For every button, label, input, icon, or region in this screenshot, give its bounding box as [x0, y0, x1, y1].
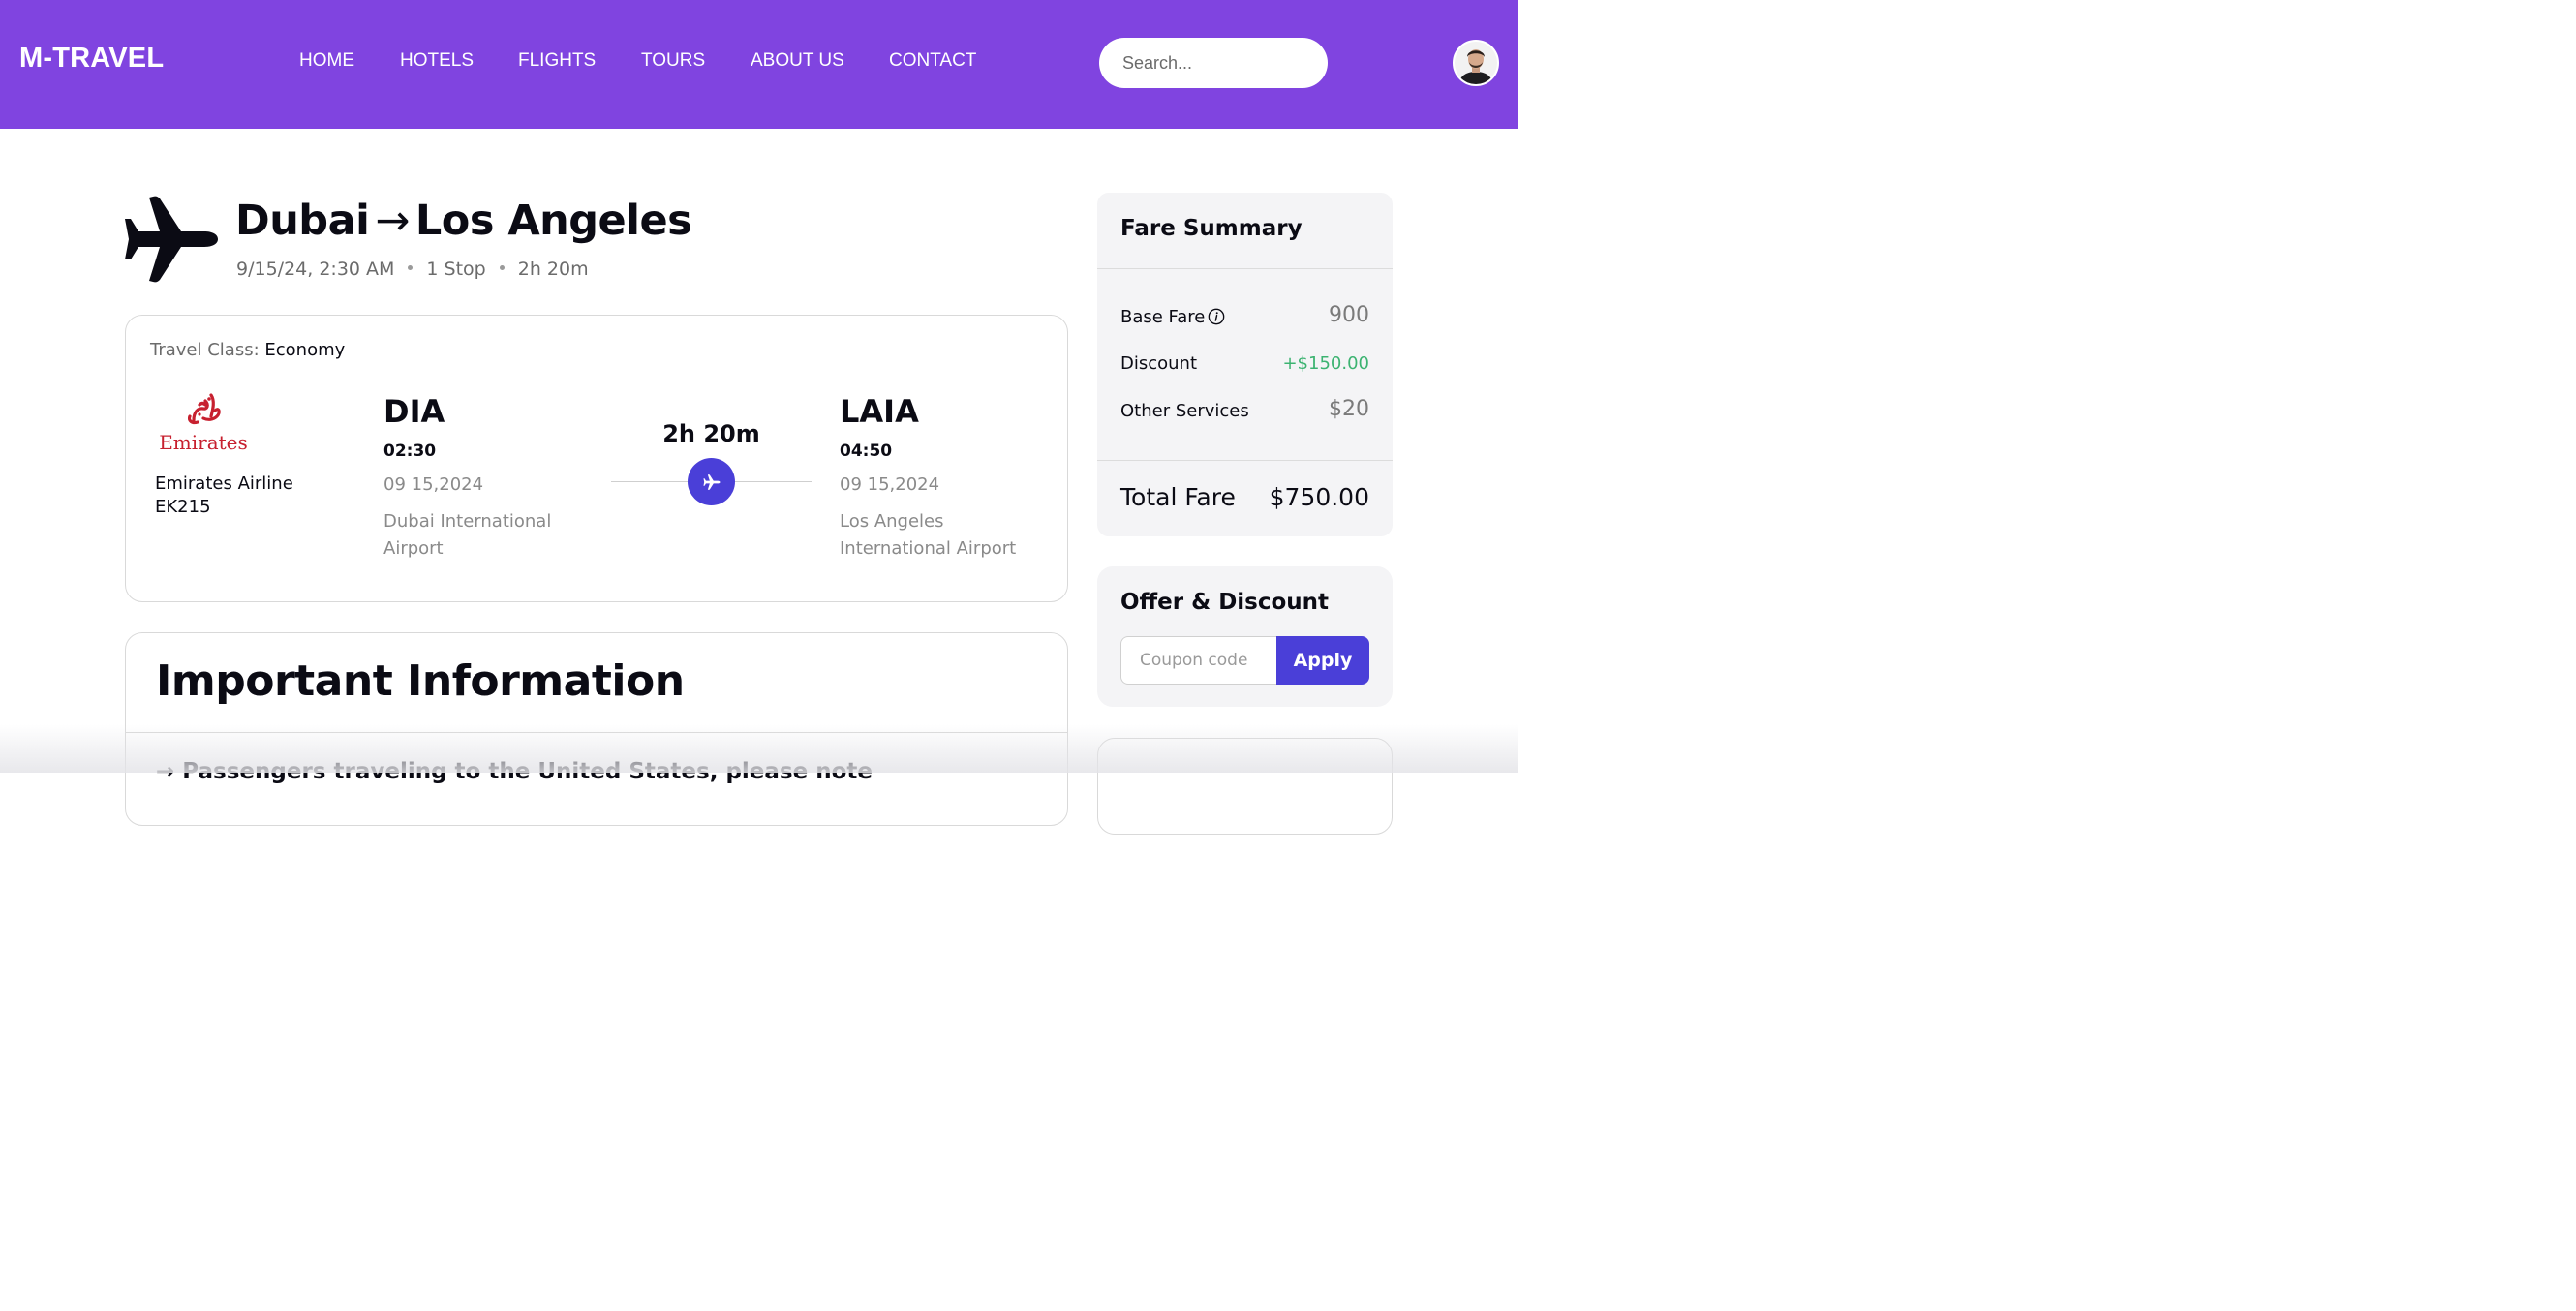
divider	[1097, 460, 1393, 461]
arrival-airport: Los Angeles International Airport	[840, 511, 1017, 559]
offer-title: Offer & Discount	[1120, 590, 1330, 615]
top-navbar: M-TRAVEL HOME HOTELS FLIGHTS TOURS ABOUT…	[0, 0, 1518, 129]
origin-city: Dubai	[235, 197, 370, 245]
nav-about-us[interactable]: ABOUT US	[751, 50, 844, 72]
user-avatar-icon	[1455, 42, 1497, 84]
emirates-logo: Emirates	[159, 393, 248, 454]
nav-flights[interactable]: FLIGHTS	[518, 50, 596, 72]
travel-class-label: Travel Class:	[150, 340, 260, 360]
separator-dot	[499, 265, 505, 270]
departure-time: 02:30	[383, 442, 437, 461]
travel-class-value: Economy	[264, 340, 346, 360]
total-fare-value: $750.00	[1269, 483, 1369, 511]
nav-home[interactable]: HOME	[299, 50, 354, 72]
divider	[126, 732, 1067, 733]
important-info-card: Important Information → Passengers trave…	[125, 632, 1068, 826]
avatar[interactable]	[1453, 40, 1499, 86]
departure-airport: Dubai International Airport	[383, 511, 552, 559]
info-icon[interactable]	[1208, 308, 1225, 325]
airline-name: Emirates Airline	[155, 473, 293, 494]
other-services-value: $20	[1329, 397, 1369, 421]
departure-code: DIA	[383, 393, 445, 430]
arrow-right-icon: →	[375, 197, 410, 245]
flight-duration: 2h 20m	[662, 420, 760, 447]
fare-summary-title: Fare Summary	[1120, 216, 1303, 241]
flight-path-button[interactable]	[688, 458, 735, 505]
destination-city: Los Angeles	[414, 197, 692, 245]
route-duration: 2h 20m	[517, 259, 589, 280]
flight-card: Travel Class: Economy Emirates Emirates …	[125, 315, 1068, 602]
departure-date: 09 15,2024	[383, 474, 484, 495]
other-services-label: Other Services	[1120, 401, 1249, 421]
important-info-title: Important Information	[156, 656, 685, 706]
discount-value: +$150.00	[1282, 353, 1369, 374]
departure-datetime: 9/15/24, 2:30 AM	[236, 259, 395, 280]
base-fare-label-text: Base Fare	[1120, 307, 1206, 327]
total-fare-label: Total Fare	[1120, 483, 1236, 511]
travel-class: Travel Class: Economy	[150, 340, 345, 360]
additional-panel	[1097, 738, 1393, 835]
base-fare-value: 900	[1329, 303, 1369, 327]
page-title: Dubai → Los Angeles	[235, 197, 692, 245]
logo[interactable]: M-TRAVEL	[19, 43, 164, 75]
coupon-code-input[interactable]	[1120, 636, 1277, 685]
info-item[interactable]: → Passengers traveling to the United Sta…	[156, 759, 873, 784]
route-meta: 9/15/24, 2:30 AM 1 Stop 2h 20m	[236, 259, 589, 280]
nav-hotels[interactable]: HOTELS	[400, 50, 474, 72]
arrival-date: 09 15,2024	[840, 474, 940, 495]
search-input[interactable]	[1099, 38, 1328, 88]
offer-discount-panel: Offer & Discount Apply	[1097, 566, 1393, 707]
nav-tours[interactable]: TOURS	[641, 50, 705, 72]
stops-count: 1 Stop	[426, 259, 486, 280]
discount-label: Discount	[1120, 353, 1198, 374]
apply-coupon-button[interactable]: Apply	[1276, 636, 1369, 685]
nav-contact[interactable]: CONTACT	[889, 50, 976, 72]
arrival-time: 04:50	[840, 442, 893, 461]
base-fare-label: Base Fare	[1120, 307, 1225, 327]
fare-summary-panel: Fare Summary Base Fare 900 Discount +$15…	[1097, 193, 1393, 536]
airline-logo-text: Emirates	[159, 431, 248, 454]
flight-number: EK215	[155, 497, 211, 517]
airplane-small-icon	[702, 473, 721, 490]
divider	[1097, 268, 1393, 269]
arrival-code: LAIA	[840, 393, 919, 430]
airplane-icon	[125, 196, 218, 283]
separator-dot	[408, 265, 414, 270]
